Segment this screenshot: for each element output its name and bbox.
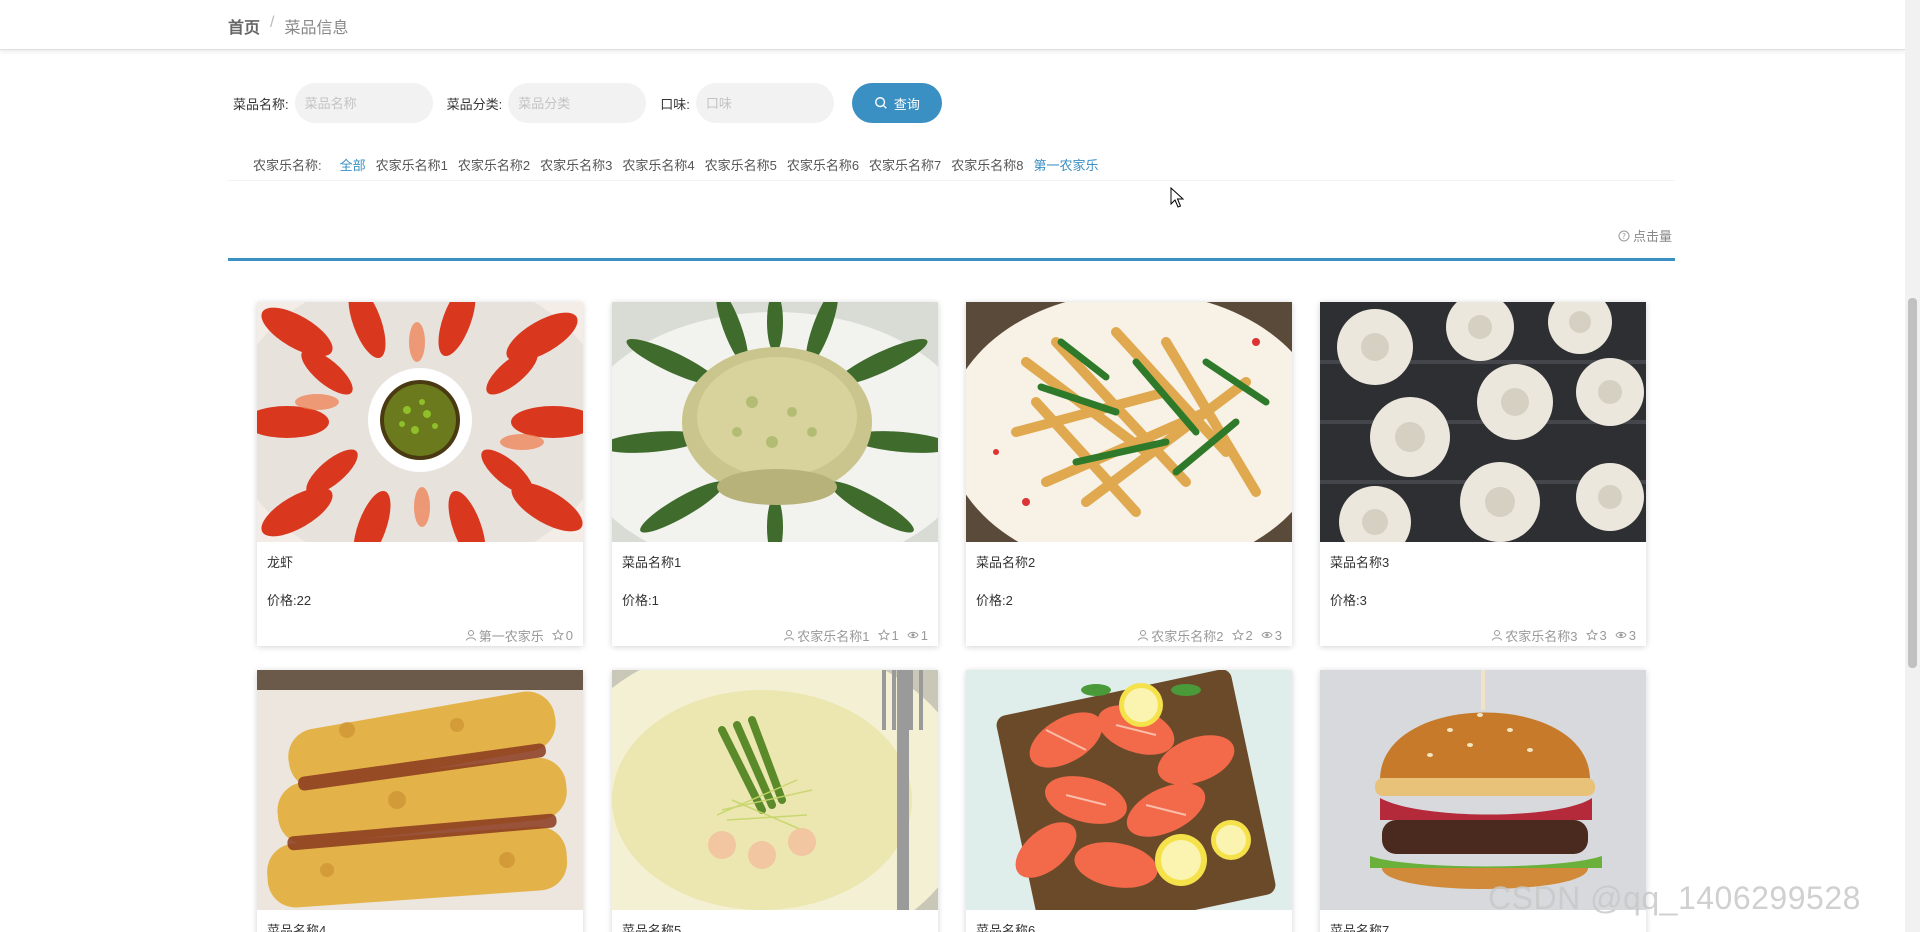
dish-views: 1 [920,627,928,643]
user-icon [1138,630,1149,641]
dish-image[interactable] [612,302,938,542]
breadcrumb-separator: / [270,14,275,31]
mouse-cursor-icon [1170,187,1184,208]
farm-filter-item[interactable]: 农家乐名称7 [869,155,941,174]
farm-filter-label: 农家乐名称: [253,158,322,173]
dish-name-input[interactable] [294,83,433,123]
dish-price: 价格:22 [267,593,312,608]
svg-text:?: ? [1622,231,1626,240]
dish-farm-name: 农家乐名称2 [1151,628,1224,644]
breadcrumb-bar: 首页 / 菜品信息 [0,0,1905,50]
page: 首页 / 菜品信息 菜品名称: 菜品分类: 口味: 查询 农家乐名称: 全部 农… [0,0,1920,932]
eye-icon [1615,631,1627,639]
dish-name: 菜品名称4 [267,923,327,932]
taste-label: 口味: [660,96,690,112]
dish-card[interactable]: 龙虾 价格:22 第一农家乐 0 [257,302,583,646]
dish-card[interactable]: 菜品名称1 价格:1 农家乐名称1 1 1 [612,302,938,646]
dish-image[interactable] [966,670,1292,910]
farm-filter-item[interactable]: 农家乐名称5 [705,155,777,174]
scrollbar[interactable] [1905,0,1920,932]
search-icon [874,97,887,109]
breadcrumb-current: 菜品信息 [284,20,349,37]
dish-name: 菜品名称5 [622,923,682,932]
dish-image[interactable] [966,302,1292,542]
dish-price: 价格:2 [976,593,1013,608]
search-form: 菜品名称: 菜品分类: 口味: 查询 [233,82,942,124]
dish-stars: 1 [891,627,899,643]
dish-name: 菜品名称1 [622,555,682,570]
search-button-label: 查询 [893,96,920,112]
dish-price: 价格:1 [622,593,659,608]
dish-card[interactable]: 菜品名称5 [612,670,938,932]
farm-filter: 农家乐名称: 全部 农家乐名称1 农家乐名称2 农家乐名称3 农家乐名称4 农家… [253,155,1099,174]
star-icon [1231,629,1244,641]
question-circle-icon: ? [1618,230,1630,241]
dish-card[interactable]: 菜品名称2 价格:2 农家乐名称2 2 3 [966,302,1292,646]
dish-meta: 农家乐名称3 3 3 [1320,614,1646,646]
dish-category-input[interactable] [508,83,647,123]
dish-name-label: 菜品名称: [233,96,289,112]
scrollbar-thumb[interactable] [1908,298,1917,668]
eye-icon [1261,631,1273,639]
user-icon [784,630,795,641]
dish-image[interactable] [1320,670,1646,910]
star-icon [1585,629,1598,641]
dish-stars: 0 [565,627,573,643]
dish-meta: 第一农家乐 0 [257,614,583,646]
dish-image[interactable] [257,670,583,910]
star-icon [877,629,890,641]
breadcrumb: 首页 / 菜品信息 [228,14,348,38]
farm-filter-item[interactable]: 农家乐名称1 [376,155,448,174]
sort-by-clicks[interactable]: ? 点击量 [1618,226,1672,245]
dish-stars: 3 [1599,627,1607,643]
accent-divider [228,258,1675,261]
watermark: CSDN @qq_1406299528 [1488,880,1861,916]
dish-meta: 农家乐名称2 2 3 [966,614,1292,646]
dish-category-label: 菜品分类: [446,96,503,112]
farm-filter-item[interactable]: 农家乐名称8 [951,155,1023,174]
farm-filter-item[interactable]: 农家乐名称2 [458,155,530,174]
farm-filter-all[interactable]: 全部 [340,155,366,174]
sort-label: 点击量 [1632,229,1672,244]
dish-stars: 2 [1245,627,1253,643]
user-icon [1492,630,1503,641]
eye-icon [907,631,919,639]
search-button[interactable]: 查询 [851,83,942,123]
dish-farm-name: 农家乐名称1 [797,628,870,644]
dish-image[interactable] [612,670,938,910]
dish-name: 菜品名称2 [976,555,1036,570]
dish-meta: 农家乐名称1 1 1 [612,614,938,646]
divider [228,180,1675,181]
dish-farm-name: 农家乐名称3 [1505,628,1578,644]
dish-farm-name: 第一农家乐 [478,628,544,644]
farm-filter-item[interactable]: 农家乐名称6 [787,155,859,174]
farm-filter-item[interactable]: 农家乐名称3 [540,155,612,174]
dish-card[interactable]: 菜品名称4 [257,670,583,932]
dish-name: 菜品名称3 [1330,555,1390,570]
taste-input[interactable] [695,83,834,123]
dish-price: 价格:3 [1330,593,1367,608]
farm-filter-item[interactable]: 农家乐名称4 [622,155,694,174]
dish-card[interactable]: 菜品名称6 [966,670,1292,932]
dish-image[interactable] [1320,302,1646,542]
star-icon [551,629,564,641]
dish-name: 菜品名称6 [976,923,1036,932]
dish-name: 龙虾 [267,555,294,570]
breadcrumb-home-link[interactable]: 首页 [228,14,260,38]
user-icon [465,630,476,641]
dish-card[interactable]: 菜品名称3 价格:3 农家乐名称3 3 3 [1320,302,1646,646]
farm-filter-item[interactable]: 第一农家乐 [1034,155,1099,174]
dish-image[interactable] [257,302,583,542]
dish-views: 3 [1274,627,1282,643]
dish-views: 3 [1628,627,1636,643]
